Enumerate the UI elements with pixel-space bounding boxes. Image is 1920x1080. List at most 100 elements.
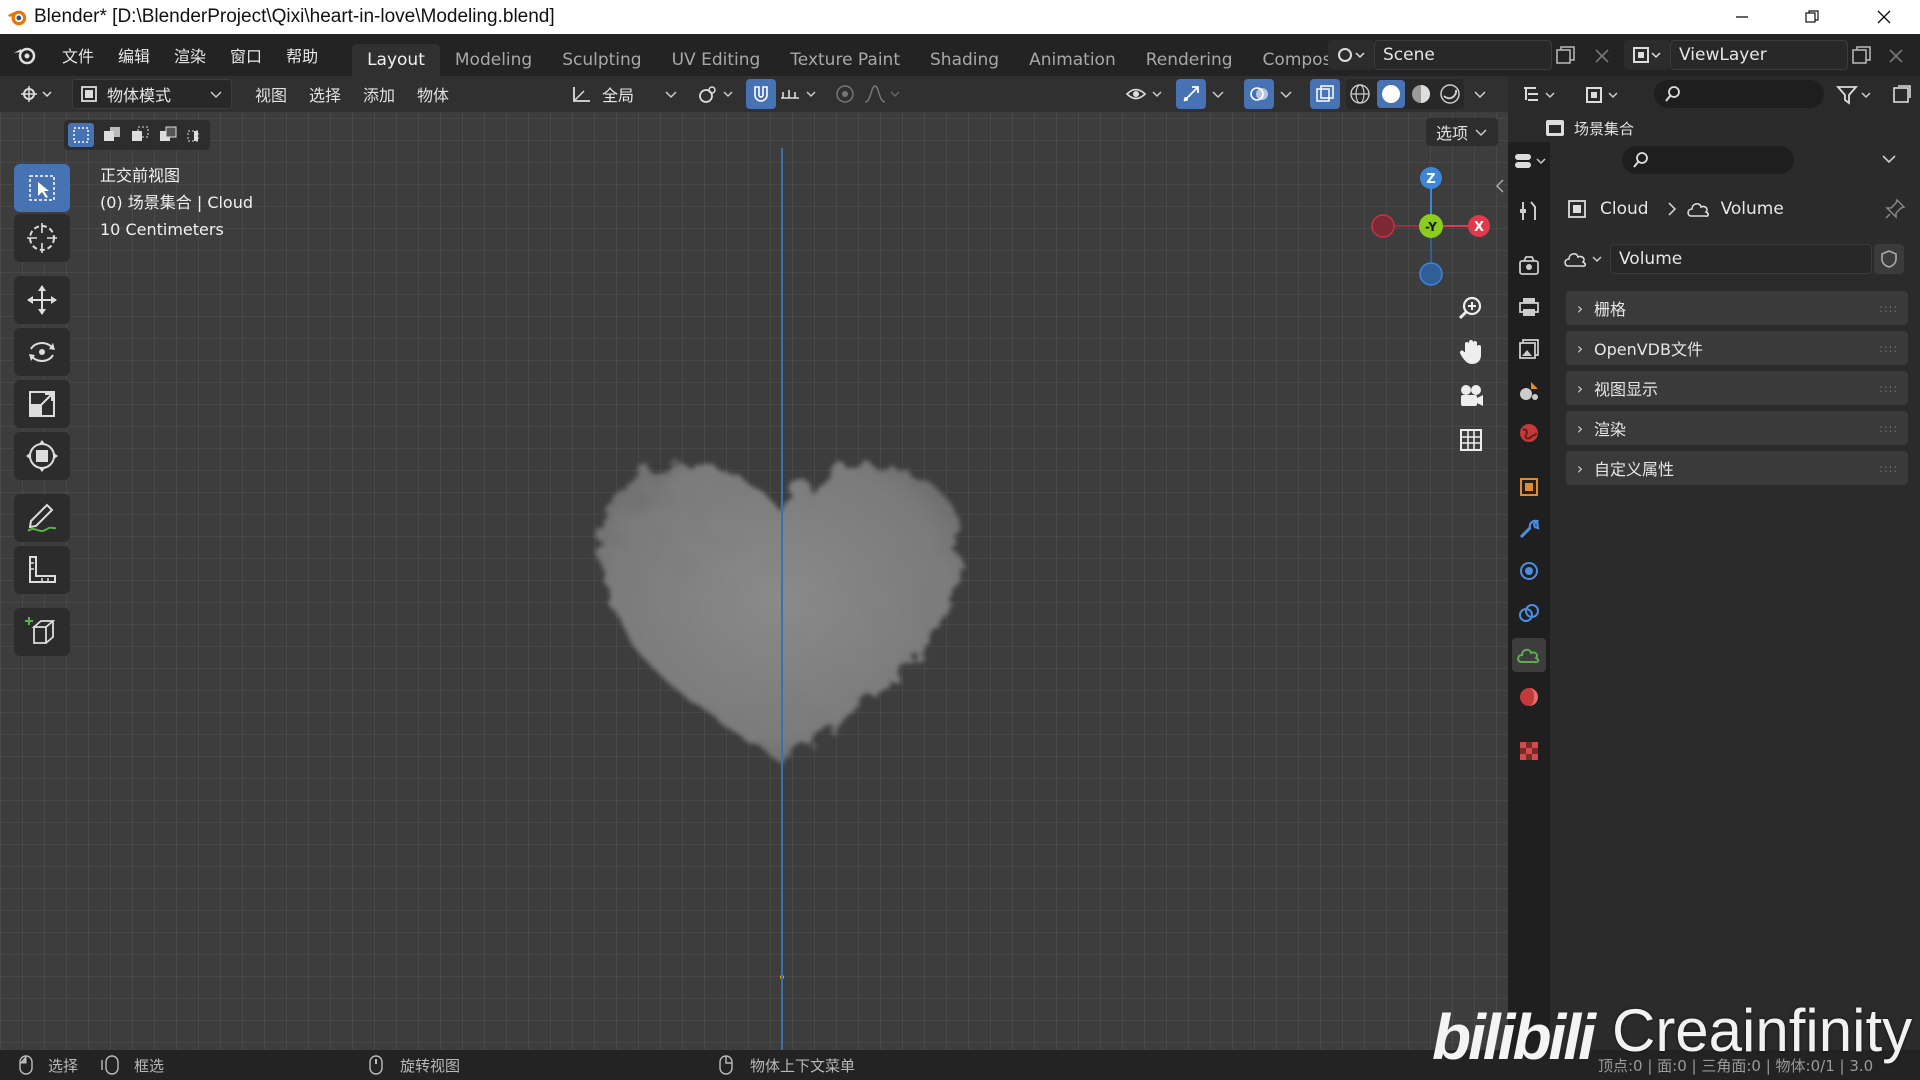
zoom-view-button[interactable] [1451, 288, 1491, 328]
display-mode-dropdown[interactable] [1582, 80, 1626, 110]
drag-handle-icon[interactable]: :::: [1879, 462, 1898, 475]
menu-edit[interactable]: 编辑 [106, 34, 162, 76]
transform-tool[interactable] [14, 432, 70, 480]
tab-modeling[interactable]: Modeling [440, 44, 547, 76]
tab-tool[interactable] [1512, 194, 1546, 228]
scale-tool[interactable] [14, 380, 70, 428]
tab-modifiers[interactable] [1512, 512, 1546, 546]
outliner-row-scene-collection[interactable]: 场景集合 [1544, 116, 1634, 140]
scene-name-field[interactable]: Scene [1374, 40, 1552, 70]
close-window-button[interactable] [1856, 0, 1912, 34]
material-preview-icon[interactable] [1409, 82, 1433, 106]
outliner-search-input[interactable] [1654, 80, 1824, 108]
menu-file[interactable]: 文件 [50, 34, 106, 76]
viewlayer-name-field[interactable]: ViewLayer [1670, 40, 1848, 70]
select-new-button[interactable] [68, 123, 94, 147]
transform-orientation-dropdown[interactable]: 全局 [566, 79, 682, 109]
visibility-dropdown[interactable] [1122, 79, 1168, 109]
tab-texture-paint[interactable]: Texture Paint [775, 44, 915, 76]
menu-add[interactable]: 添加 [352, 82, 406, 106]
volume-datablock-name[interactable]: Volume [1610, 244, 1872, 274]
select-extend-icon[interactable] [102, 125, 122, 145]
tab-physics[interactable] [1512, 554, 1546, 588]
outliner-editor-type-button[interactable] [1520, 80, 1560, 110]
menu-view[interactable]: 视图 [244, 82, 298, 106]
blender-menu-button[interactable] [0, 44, 50, 66]
proportional-falloff-dropdown[interactable] [862, 79, 904, 109]
toggle-projection-button[interactable] [1451, 420, 1491, 460]
cursor-tool[interactable] [14, 214, 70, 262]
menu-help[interactable]: 帮助 [274, 34, 330, 76]
select-box-tool[interactable] [14, 164, 70, 212]
properties-options-dropdown[interactable] [1880, 150, 1904, 170]
neg-x-axis-ball[interactable] [1371, 214, 1395, 238]
tab-material[interactable] [1512, 680, 1546, 714]
mode-dropdown[interactable]: 物体模式 [72, 79, 232, 109]
solid-shading-button[interactable] [1376, 80, 1405, 108]
restore-button[interactable] [1784, 0, 1840, 34]
editor-type-button[interactable] [14, 79, 60, 109]
delete-scene-button[interactable] [1590, 44, 1614, 68]
rendered-shading-icon[interactable] [1438, 82, 1462, 106]
heart-cloud-volume[interactable] [540, 402, 1020, 802]
panel-custom-properties[interactable]: › 自定义属性 :::: [1566, 451, 1908, 485]
menu-object[interactable]: 物体 [406, 82, 460, 106]
camera-view-button[interactable] [1451, 376, 1491, 416]
properties-search-input[interactable] [1622, 146, 1794, 174]
tab-volume-data[interactable] [1512, 638, 1546, 672]
minimize-button[interactable] [1714, 0, 1770, 34]
pin-button[interactable] [1884, 198, 1906, 220]
wireframe-shading-icon[interactable] [1348, 82, 1372, 106]
tab-render[interactable] [1512, 248, 1546, 282]
add-cube-tool[interactable] [14, 608, 70, 656]
panel-viewport-display[interactable]: › 视图显示 :::: [1566, 371, 1908, 405]
properties-editor-type-button[interactable] [1510, 146, 1554, 176]
filter-dropdown[interactable] [1834, 80, 1876, 110]
proportional-editing-toggle[interactable] [830, 79, 860, 109]
new-collection-button[interactable] [1886, 80, 1916, 110]
tab-animation[interactable]: Animation [1014, 44, 1131, 76]
scene-selector-button[interactable] [1328, 40, 1374, 70]
show-overlays-toggle[interactable] [1244, 79, 1274, 109]
neg-z-axis-ball[interactable] [1419, 262, 1443, 286]
snap-toggle[interactable] [746, 79, 776, 109]
tab-view-layer[interactable] [1512, 332, 1546, 366]
new-scene-button[interactable] [1554, 44, 1578, 68]
tab-object[interactable] [1512, 470, 1546, 504]
select-intersect-icon[interactable] [186, 125, 206, 145]
panel-render[interactable]: › 渲染 :::: [1566, 411, 1908, 445]
tab-world[interactable] [1512, 416, 1546, 450]
new-viewlayer-button[interactable] [1850, 44, 1874, 68]
rotate-tool[interactable] [14, 328, 70, 376]
overlays-dropdown[interactable] [1274, 79, 1298, 109]
viewlayer-selector-button[interactable] [1624, 40, 1670, 70]
pivot-point-dropdown[interactable] [694, 79, 738, 109]
drag-handle-icon[interactable]: :::: [1879, 422, 1898, 435]
3d-viewport[interactable]: 选项 正交前视图 (0) 场景集合 | Cloud 10 Centimeters [0, 112, 1508, 1050]
annotate-tool[interactable] [14, 494, 70, 542]
menu-render[interactable]: 渲染 [162, 34, 218, 76]
xray-toggle[interactable] [1310, 79, 1340, 109]
select-subtract-icon[interactable] [130, 125, 150, 145]
tab-layout[interactable]: Layout [352, 44, 440, 76]
tab-shading[interactable]: Shading [915, 44, 1014, 76]
panel-grids[interactable]: › 栅格 :::: [1566, 291, 1908, 325]
menu-window[interactable]: 窗口 [218, 34, 274, 76]
delete-viewlayer-button[interactable] [1884, 44, 1908, 68]
drag-handle-icon[interactable]: :::: [1879, 302, 1898, 315]
gizmo-dropdown[interactable] [1206, 79, 1230, 109]
show-gizmo-toggle[interactable] [1176, 79, 1206, 109]
tab-texture[interactable] [1512, 734, 1546, 768]
tab-constraints[interactable] [1512, 596, 1546, 630]
tab-rendering[interactable]: Rendering [1131, 44, 1248, 76]
tab-scene[interactable] [1512, 374, 1546, 408]
select-difference-icon[interactable] [158, 125, 178, 145]
tab-sculpting[interactable]: Sculpting [547, 44, 656, 76]
tab-uv-editing[interactable]: UV Editing [657, 44, 776, 76]
panel-openvdb-file[interactable]: › OpenVDB文件 :::: [1566, 331, 1908, 365]
drag-handle-icon[interactable]: :::: [1879, 382, 1898, 395]
fake-user-toggle[interactable] [1874, 244, 1904, 274]
move-tool[interactable] [14, 276, 70, 324]
tab-output[interactable] [1512, 290, 1546, 324]
measure-tool[interactable] [14, 546, 70, 594]
